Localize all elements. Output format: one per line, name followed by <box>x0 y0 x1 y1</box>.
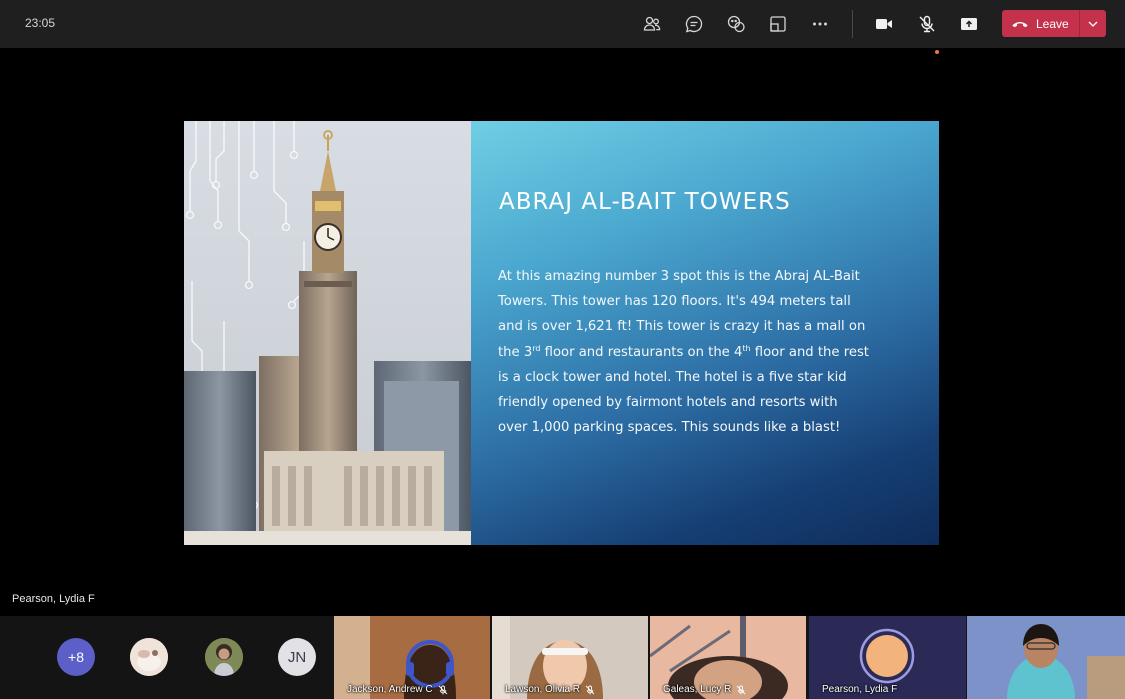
participant-video <box>967 616 1125 699</box>
notification-dot <box>935 50 939 54</box>
mic-off-icon[interactable] <box>914 11 940 37</box>
participant-name-text: Pearson, Lydia F <box>822 684 898 695</box>
avatar[interactable] <box>130 638 168 676</box>
avatar[interactable] <box>205 638 243 676</box>
leave-button[interactable]: Leave <box>1002 10 1106 37</box>
video-tile[interactable]: Jackson, Andrew C <box>334 616 490 699</box>
avatar-initials[interactable]: JN <box>278 638 316 676</box>
video-tile[interactable]: Pearson, Lydia F <box>809 616 966 699</box>
more-options-icon[interactable] <box>807 11 833 37</box>
meeting-toolbar: 23:05 Leave <box>0 0 1125 48</box>
superscript: th <box>742 343 751 353</box>
participant-name: Galeas, Lucy R <box>663 684 746 695</box>
slide-body: At this amazing number 3 spot this is th… <box>498 264 870 440</box>
participant-name-text: Galeas, Lucy R <box>663 684 732 695</box>
hangup-icon <box>1012 21 1028 27</box>
slide-text-panel: ABRAJ AL-BAIT TOWERS At this amazing num… <box>471 121 939 545</box>
chat-icon[interactable] <box>681 11 707 37</box>
leave-main-action[interactable]: Leave <box>1002 10 1079 37</box>
rooms-icon[interactable] <box>765 11 791 37</box>
participant-name-text: Lawson, Olivia R <box>505 684 581 695</box>
chevron-down-icon[interactable] <box>1080 10 1106 37</box>
share-screen-icon[interactable] <box>956 11 982 37</box>
video-tile[interactable]: Lawson, Olivia R <box>492 616 648 699</box>
participant-name: Pearson, Lydia F <box>822 684 897 695</box>
tower-photo <box>184 121 471 545</box>
leave-label: Leave <box>1036 16 1069 31</box>
participant-name-text: Jackson, Andrew C <box>347 684 433 695</box>
people-icon[interactable] <box>639 11 665 37</box>
mic-off-icon <box>585 685 595 694</box>
presenter-name: Pearson, Lydia F <box>12 593 95 605</box>
toolbar-divider <box>852 10 853 38</box>
participant-name: Jackson, Andrew C <box>347 684 448 695</box>
camera-icon[interactable] <box>871 11 897 37</box>
avatar-photo <box>205 638 243 676</box>
video-tile[interactable]: Galeas, Lucy R <box>650 616 806 699</box>
avatar-photo <box>130 638 168 676</box>
mic-off-icon <box>438 685 447 694</box>
slide-body-text: floor and restaurants on the 4 <box>540 344 743 360</box>
slide-title: ABRAJ AL-BAIT TOWERS <box>499 189 791 215</box>
meeting-timer: 23:05 <box>25 16 56 30</box>
reactions-icon[interactable] <box>723 11 749 37</box>
participant-name: Lawson, Olivia R <box>505 684 595 695</box>
shared-slide: ABRAJ AL-BAIT TOWERS At this amazing num… <box>184 121 939 545</box>
video-tile[interactable] <box>967 616 1125 699</box>
mic-off-icon <box>737 685 746 694</box>
more-participants-button[interactable]: +8 <box>57 638 95 676</box>
